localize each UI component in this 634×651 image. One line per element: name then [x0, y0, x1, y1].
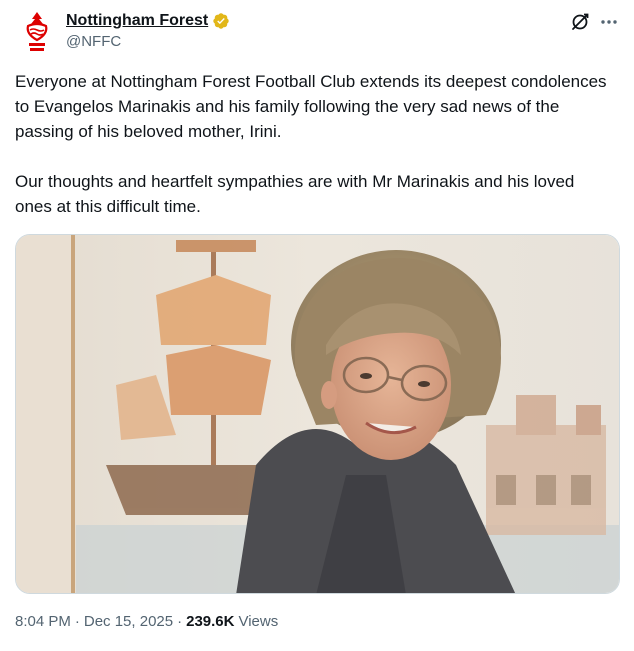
verified-badge-icon[interactable] — [212, 12, 230, 30]
tweet-date[interactable]: Dec 15, 2025 — [84, 613, 173, 630]
views-label: Views — [238, 613, 279, 630]
author-display-name[interactable]: Nottingham Forest — [66, 12, 208, 30]
author-handle[interactable]: @NFFC — [66, 33, 121, 50]
meta-separator: · — [177, 613, 183, 630]
tweet-meta: 8:04 PM · Dec 15, 2025 · 239.6K Views — [15, 613, 278, 630]
more-options-icon[interactable] — [599, 12, 619, 32]
author-name-row: Nottingham Forest — [66, 10, 230, 32]
portrait-photo-image — [16, 235, 619, 593]
tweet: Nottingham Forest @NFFC Everyone at Nott… — [0, 0, 634, 651]
grok-icon[interactable] — [570, 12, 590, 32]
crest-icon — [26, 12, 48, 51]
tweet-paragraph-1: Everyone at Nottingham Forest Football C… — [15, 72, 607, 141]
views-count: 239.6K — [186, 613, 235, 630]
meta-separator: · — [74, 613, 80, 630]
tweet-paragraph-2: Our thoughts and heartfelt sympathies ar… — [15, 172, 575, 216]
tweet-time[interactable]: 8:04 PM — [15, 613, 71, 630]
nottingham-forest-crest-avatar[interactable] — [22, 10, 52, 54]
tweet-text: Everyone at Nottingham Forest Football C… — [15, 69, 615, 219]
tweet-photo[interactable] — [15, 234, 620, 594]
